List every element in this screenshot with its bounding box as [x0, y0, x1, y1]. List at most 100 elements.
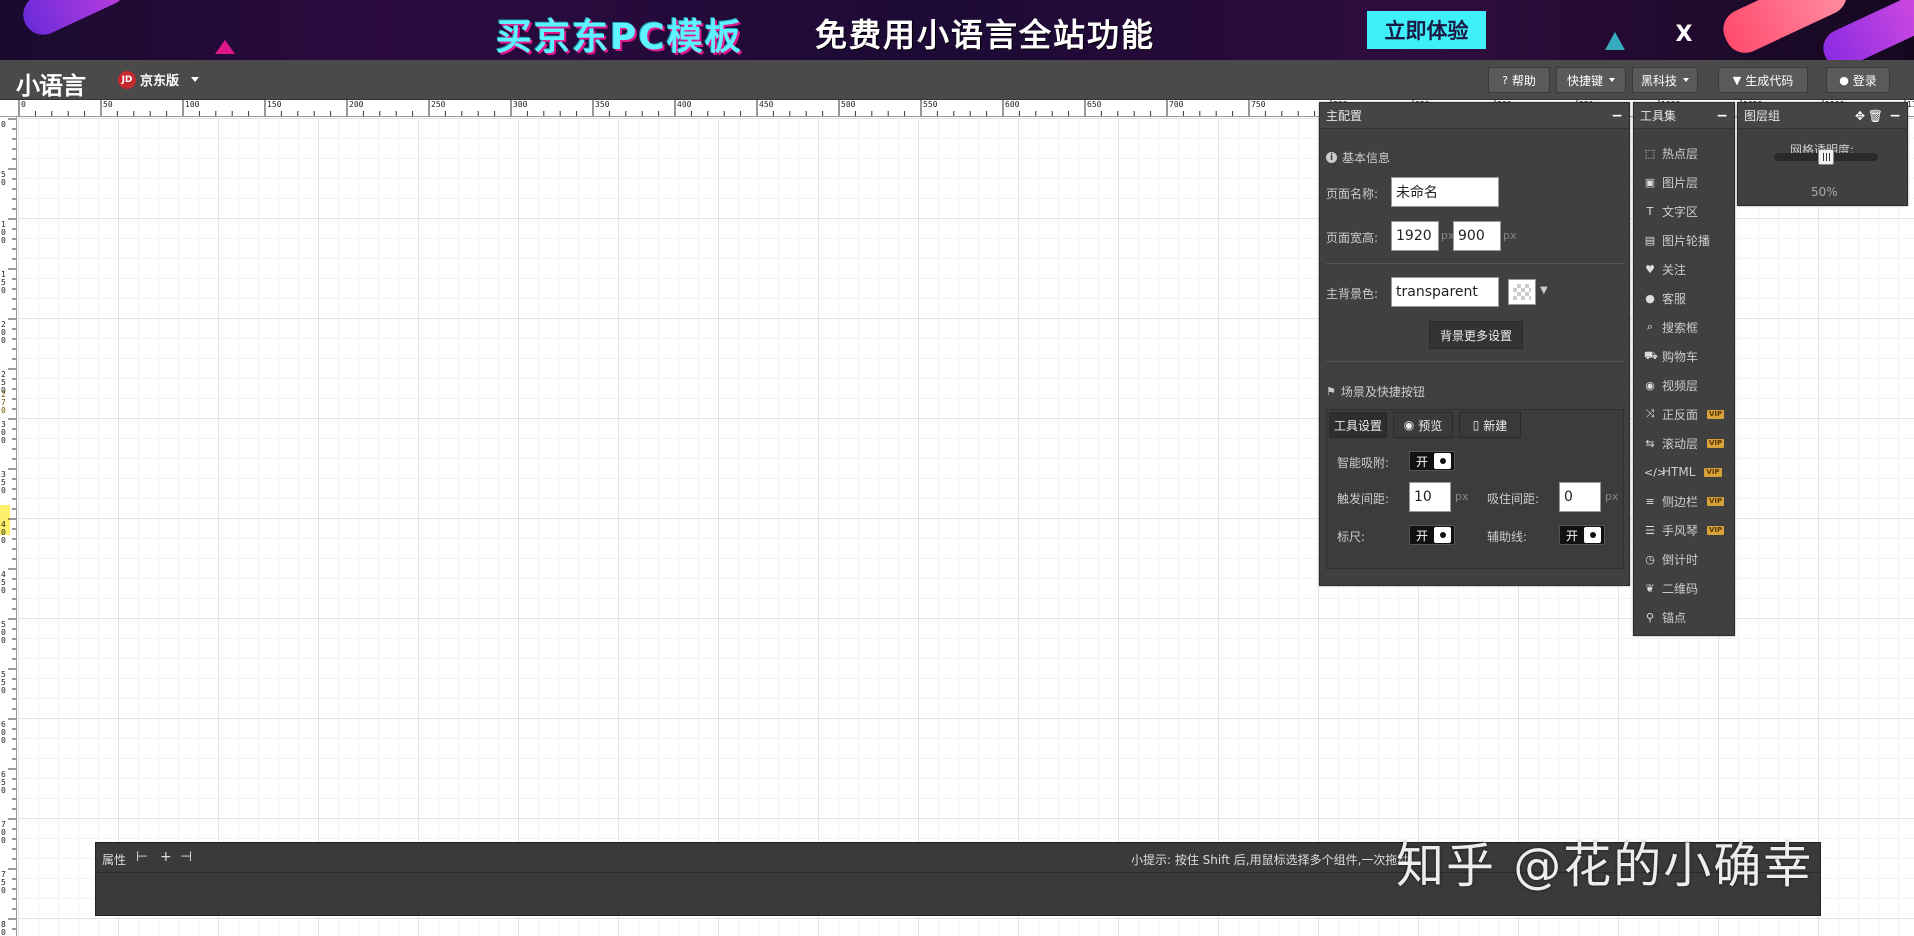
ruler-label: 750 [1251, 100, 1266, 109]
banner-subtitle: 免费用小语言全站功能 [815, 16, 1156, 54]
vertical-ruler[interactable]: 0 50 100 150 200 250 270 300 350 400 450 500 550 600 6… [0, 117, 17, 936]
trigger-gap-input[interactable]: 10 [1409, 482, 1451, 512]
tool-item[interactable]: ● 客服 [1644, 286, 1686, 310]
scene-heading: ⚑ 场景及快捷按钮 [1326, 383, 1425, 400]
banner-decoration [16, 0, 134, 42]
list-icon: ≡ [1645, 494, 1655, 508]
trash-icon[interactable]: 🗑 [1868, 103, 1883, 129]
tool-item-label: 搜索框 [1662, 320, 1699, 335]
generate-code-button[interactable]: ▼ 生成代码 [1718, 67, 1808, 93]
ruler-label: 350 [595, 100, 610, 109]
snap-gap-input[interactable]: 0 [1559, 482, 1601, 512]
color-swatch[interactable] [1508, 279, 1536, 305]
align-right-icon[interactable]: ⊣ [180, 849, 192, 865]
login-label: 登录 [1852, 73, 1877, 88]
caret-down-icon[interactable]: ▼ [1540, 285, 1548, 296]
tool-item[interactable]: T 文字区 [1644, 199, 1698, 223]
unit-label: px [1605, 490, 1619, 503]
ruler-label: 300 [1, 420, 6, 445]
tool-item-label: 视频层 [1662, 378, 1699, 393]
ruler-label: 0 [21, 100, 26, 109]
slider-handle[interactable] [1818, 149, 1834, 165]
ruler-label: 300 [513, 100, 528, 109]
user-icon: ● [1839, 73, 1849, 87]
bg-more-settings-button[interactable]: 背景更多设置 [1429, 321, 1523, 349]
tool-item[interactable]: </> HTML VIP [1644, 460, 1722, 484]
move-icon[interactable]: ✥ [1855, 103, 1865, 129]
tool-item-label: 锚点 [1662, 610, 1687, 625]
try-now-button[interactable]: 立即体验 [1367, 11, 1486, 49]
ruler-label: 400 [1, 520, 6, 545]
collapse-icon[interactable]: − [1889, 103, 1901, 129]
ruler-label: 500 [1, 620, 6, 645]
panel-title: 主配置 [1326, 109, 1363, 123]
collapse-icon[interactable]: − [1611, 103, 1623, 129]
collapse-icon[interactable]: − [1716, 103, 1728, 129]
ruler-label: 250 [431, 100, 446, 109]
login-button[interactable]: ● 登录 [1826, 67, 1890, 93]
banner-decoration [215, 40, 235, 54]
tab-new[interactable]: ▯ 新建 [1459, 412, 1521, 438]
tool-item-label: 关注 [1662, 262, 1687, 277]
tool-item[interactable]: ≡ 侧边栏 VIP [1644, 489, 1725, 513]
page-name-label: 页面名称: [1326, 187, 1379, 201]
tool-item[interactable]: ❦ 二维码 [1644, 576, 1698, 600]
tool-item-label: 滚动层 [1662, 436, 1699, 451]
snap-gap-label: 吸住间距: [1487, 492, 1540, 506]
tool-item[interactable]: ☰ 手风琴 VIP [1644, 518, 1725, 542]
tab-preview[interactable]: ◉ 预览 [1393, 412, 1453, 438]
toggle-knob [1434, 453, 1451, 469]
edition-selector[interactable]: JD 京东版 [118, 70, 200, 89]
ruler-label: 700 [1, 820, 6, 845]
tool-item[interactable]: ⬚ 热点层 [1644, 141, 1698, 165]
help-button[interactable]: ? 帮助 [1488, 67, 1550, 93]
panel-header[interactable]: 图层组 ✥ 🗑 − [1738, 103, 1907, 129]
tab-label: 工具设置 [1333, 418, 1382, 433]
tool-item-label: 图片层 [1662, 175, 1699, 190]
toggle-state: 开 [1416, 454, 1429, 469]
bg-color-label: 主背景色: [1326, 287, 1379, 301]
vip-badge: VIP [1707, 496, 1725, 506]
tool-item[interactable]: ▤ 图片轮播 [1644, 228, 1710, 252]
ruler-label: 750 [1, 870, 6, 895]
app-logo[interactable]: 小语言 [16, 66, 86, 101]
grid-opacity-value: 50% [1811, 185, 1838, 199]
align-center-icon[interactable]: + [160, 849, 172, 865]
guide-toggle[interactable]: 开 [1559, 525, 1605, 545]
shortcuts-button[interactable]: 快捷键 [1556, 67, 1626, 93]
tool-item[interactable]: ⇆ 滚动层 VIP [1644, 431, 1725, 455]
smart-snap-toggle[interactable]: 开 [1409, 451, 1455, 471]
black-tech-button[interactable]: 黑科技 [1632, 67, 1698, 93]
page-name-input[interactable]: 未命名 [1391, 177, 1499, 207]
search-icon: ⌕ [1646, 320, 1654, 333]
tool-item[interactable]: ⛟ 购物车 [1644, 344, 1698, 368]
ruler-toggle[interactable]: 开 [1409, 525, 1455, 545]
panel-header[interactable]: 主配置 − [1320, 103, 1629, 129]
page-width-input[interactable]: 1920 [1391, 221, 1439, 251]
tool-item[interactable]: ⤨ 正反面 VIP [1644, 402, 1725, 426]
ruler-label: 400 [677, 100, 692, 109]
tool-item[interactable]: ◉ 视频层 [1644, 373, 1698, 397]
unit-label: px [1455, 490, 1469, 503]
ruler-label: 0 [1, 120, 6, 129]
tool-item[interactable]: ▣ 图片层 [1644, 170, 1698, 194]
tool-item[interactable]: ⚲ 锚点 [1644, 605, 1686, 629]
align-left-icon[interactable]: ⊢ [136, 849, 148, 865]
tab-tool-settings[interactable]: 工具设置 [1329, 412, 1387, 438]
vip-badge: VIP [1707, 525, 1725, 535]
hotspot-icon: ⬚ [1644, 146, 1656, 160]
tool-item[interactable]: ◷ 倒计时 [1644, 547, 1698, 571]
grid-opacity-slider[interactable] [1774, 149, 1878, 165]
page-height-input[interactable]: 900 [1453, 221, 1501, 251]
close-banner-button[interactable]: X [1664, 16, 1704, 52]
promo-banner[interactable]: 买京东PC模板 免费用小语言全站功能 立即体验 X [0, 0, 1914, 60]
ruler-label: 200 [1, 320, 6, 345]
tool-item[interactable]: ⌕ 搜索框 [1644, 315, 1698, 339]
bg-color-input[interactable]: transparent [1391, 277, 1499, 307]
tool-item[interactable]: ♥ 关注 [1644, 257, 1686, 281]
heart-icon: ♥ [1645, 262, 1655, 276]
ruler-label: 350 [1, 470, 6, 495]
panel-header[interactable]: 工具集 − [1634, 103, 1734, 129]
code-icon: </> [1644, 465, 1667, 479]
shortcuts-label: 快捷键 [1566, 73, 1603, 88]
